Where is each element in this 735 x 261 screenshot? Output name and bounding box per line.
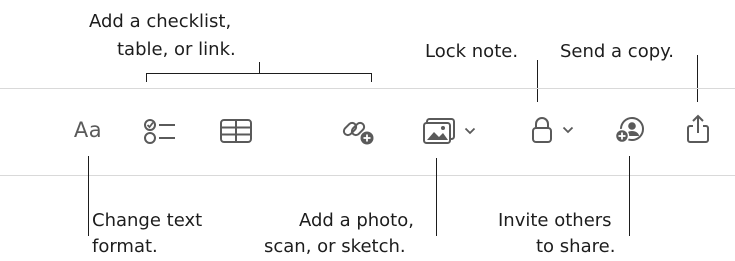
toolbar-top-separator: [0, 88, 735, 89]
lock-leader-line: [537, 60, 538, 102]
collaborate-icon: [614, 117, 644, 144]
link-button[interactable]: [338, 114, 378, 146]
share-button[interactable]: [682, 112, 714, 146]
collaborate-button[interactable]: [612, 114, 648, 146]
toolbar-bottom-separator: [0, 175, 735, 176]
link-icon: [342, 121, 374, 145]
checklist-button[interactable]: [140, 116, 180, 146]
bracket-center: [259, 62, 260, 73]
photo-button[interactable]: [414, 115, 484, 147]
share-icon: [687, 114, 709, 143]
bracket-left: [146, 73, 147, 82]
table-button[interactable]: [216, 116, 256, 146]
chevron-down-icon: [464, 127, 476, 135]
chevron-down-icon: [562, 126, 574, 134]
photo-leader-line: [436, 158, 437, 236]
checklist-icon: [144, 119, 175, 144]
table-icon: [220, 119, 252, 143]
bracket-horizontal: [146, 73, 372, 74]
callout-format-line2: format.: [92, 236, 158, 257]
callout-send: Send a copy.: [560, 41, 674, 62]
callout-photo-line1: Add a photo,: [299, 210, 414, 231]
text-format-button[interactable]: Aa: [66, 115, 110, 145]
callout-invite-line2: to share.: [536, 236, 616, 257]
lock-icon: [532, 117, 552, 143]
callout-checklist-line1: Add a checklist,: [89, 11, 232, 32]
photo-icon: [423, 118, 455, 144]
callout-format-line1: Change text: [92, 210, 203, 231]
lock-button[interactable]: [522, 114, 582, 146]
bracket-right: [371, 73, 372, 82]
callout-invite-line1: Invite others: [498, 210, 612, 231]
callout-lock: Lock note.: [425, 41, 519, 62]
callout-checklist-line2: table, or link.: [117, 39, 236, 60]
callout-photo-line2: scan, or sketch.: [264, 236, 406, 257]
invite-leader-line: [629, 156, 630, 236]
format-leader-line: [88, 156, 89, 236]
send-leader-line: [697, 55, 698, 102]
text-format-icon: Aa: [73, 118, 103, 142]
